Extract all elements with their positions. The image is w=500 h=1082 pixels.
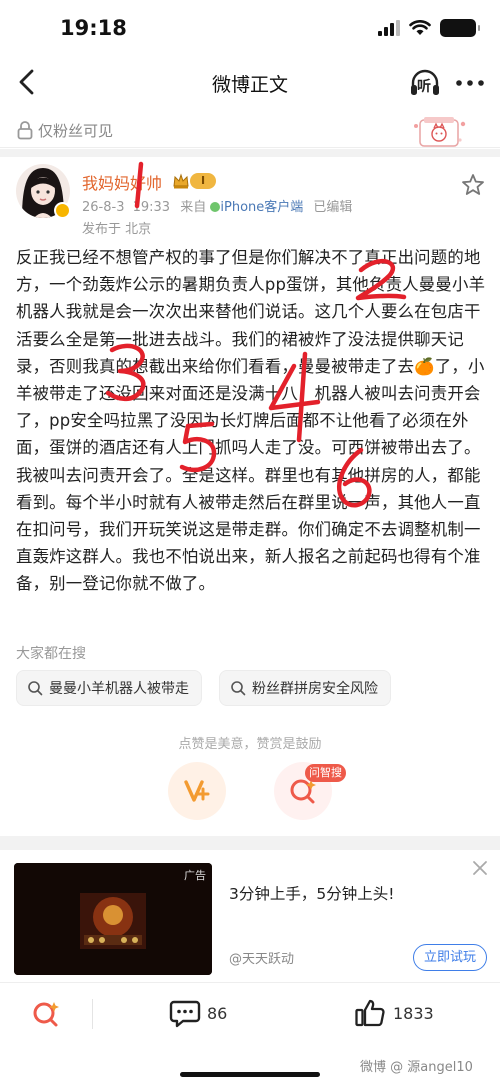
status-time: 19:18 [60, 16, 127, 40]
reward-tip: 点赞是美意，赞赏是鼓励 [178, 737, 322, 752]
section-divider [0, 836, 500, 850]
member-badge[interactable]: I [172, 172, 218, 190]
ask-search-tag: 问智搜 [305, 764, 346, 782]
section-divider [0, 149, 500, 157]
author-header: 我妈妈好帅 I 26-8-3 19:33 来自 iPhone客户端 已编辑 发布… [0, 158, 500, 238]
game-screenshot-image [14, 863, 212, 975]
client-link[interactable]: iPhone客户端 [220, 200, 303, 215]
signal-icon [378, 20, 400, 36]
favorite-star-icon[interactable] [460, 172, 486, 198]
via-prefix: 来自 [180, 200, 207, 215]
ad-source[interactable]: @天天跃动 [229, 948, 294, 967]
post-text: 反正我已经不想管产权的事了但是你们解决不了真正出问题的地方，一个劲轰炸公示的暑期… [16, 248, 486, 594]
weibo-watermark: 微博 @ 源angel10 [360, 1060, 473, 1075]
post-location: 发布于 北京 [82, 222, 152, 237]
crown-icon [173, 173, 189, 189]
fan-sticker-icon [414, 117, 466, 147]
post-time: 19:33 [132, 200, 171, 215]
related-search-chip[interactable]: 粉丝群拼房安全风险 [219, 670, 391, 706]
lock-icon [17, 121, 33, 140]
like-icon[interactable] [354, 997, 386, 1029]
related-search-label: 大家都在搜 [16, 646, 86, 662]
comment-count: 86 [207, 1004, 228, 1023]
post-date: 26-8-3 [82, 200, 125, 215]
fans-only-label: 仅粉丝可见 [38, 122, 114, 140]
related-search-text: 曼曼小羊机器人被带走 [49, 681, 189, 697]
related-search-chip[interactable]: 曼曼小羊机器人被带走 [16, 670, 202, 706]
reward-icon [184, 780, 210, 802]
listen-button[interactable]: 听 [408, 66, 442, 100]
wifi-icon [409, 20, 431, 35]
comment-icon[interactable] [169, 999, 201, 1029]
more-icon[interactable] [452, 66, 488, 100]
ai-search-icon[interactable] [28, 996, 64, 1032]
bottom-action-bar: 86 1833 [0, 982, 500, 1046]
author-name[interactable]: 我妈妈好帅 [82, 170, 162, 194]
related-search-text: 粉丝群拼房安全风险 [252, 681, 378, 697]
status-icons [378, 19, 480, 37]
close-icon[interactable] [470, 858, 490, 878]
like-count: 1833 [393, 1004, 434, 1023]
battery-icon [440, 19, 480, 37]
verified-badge-icon [54, 202, 71, 219]
search-icon [28, 681, 43, 696]
home-indicator [180, 1072, 320, 1077]
ad-label: 广告 [184, 869, 206, 882]
ad-headline[interactable]: 3分钟上手，5分钟上头! [229, 882, 394, 904]
try-now-button[interactable]: 立即试玩 [413, 944, 487, 971]
member-level: I [190, 173, 216, 189]
divider [92, 999, 93, 1029]
fans-only-bar: 仅粉丝可见 [0, 112, 500, 148]
search-icon [231, 681, 246, 696]
nav-bar: 微博正文 听 [0, 56, 500, 108]
reward-button[interactable] [168, 762, 226, 820]
listen-label: 听 [417, 79, 431, 95]
edited-label[interactable]: 已编辑 [313, 200, 352, 215]
status-bar: 19:18 [0, 0, 500, 56]
ad-video-thumbnail[interactable]: 广告 [14, 863, 212, 975]
ad-card[interactable]: 广告 3分钟上手，5分钟上头! @天天跃动 立即试玩 [0, 852, 500, 982]
post-meta: 26-8-3 19:33 来自 iPhone客户端 已编辑 [82, 196, 352, 215]
client-icon [210, 202, 221, 212]
